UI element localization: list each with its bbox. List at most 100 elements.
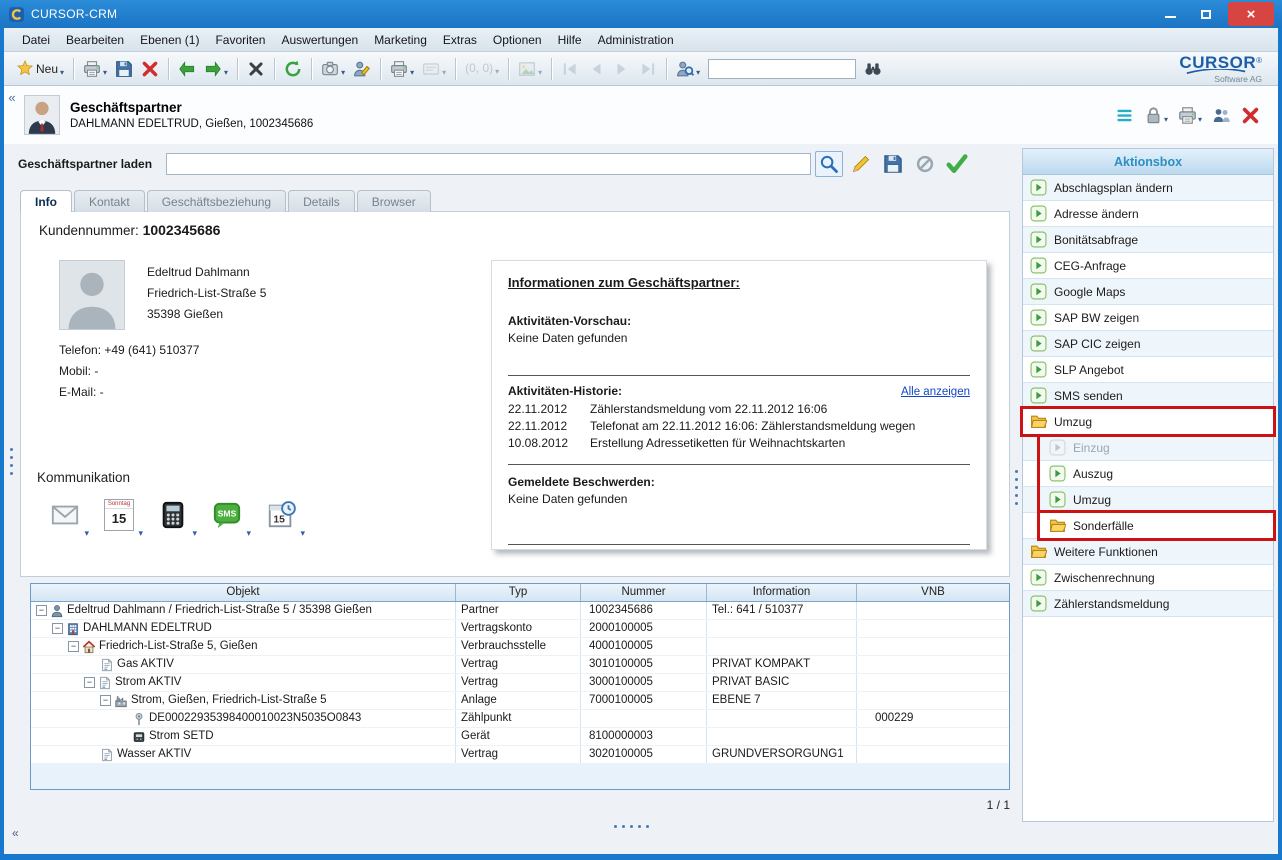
print-button[interactable]: ▾ [79,57,111,81]
edit-person-button[interactable] [349,57,375,81]
column-nummer[interactable]: Nummer [581,584,707,601]
email-action-button[interactable]: ▾ [43,494,87,536]
aktionsbox-item-auszug[interactable]: Auszug [1023,461,1273,487]
phone-action-button[interactable]: ▾ [151,494,195,536]
aktionsbox-folder-sonderfaelle[interactable]: Sonderfälle [1023,513,1273,539]
nav-last-button[interactable] [635,57,661,81]
task-action-button[interactable]: 15 ▾ [259,494,303,536]
aktionsbox-item-umzug[interactable]: Umzug [1023,487,1273,513]
close-record-button[interactable] [243,57,269,81]
collapse-left-button[interactable]: « [4,86,20,105]
aktionsbox-item-bonitaet[interactable]: Bonitätsabfrage [1023,227,1273,253]
tab-details[interactable]: Details [288,190,355,212]
list-view-button[interactable] [1115,106,1134,125]
bottom-splitter[interactable] [614,825,649,828]
column-information[interactable]: Information [707,584,857,601]
chevron-down-icon: ▾ [224,68,228,78]
sidebar-splitter[interactable] [1015,470,1018,505]
menu-hilfe[interactable]: Hilfe [550,30,590,50]
camera-icon [321,60,339,78]
aktionsbox-item-slp[interactable]: SLP Angebot [1023,357,1273,383]
table-row[interactable]: − Friedrich-List-Straße 5, Gießen Verbra… [31,638,1009,656]
table-row[interactable]: Strom SETD Gerät 8100000003 [31,728,1009,746]
confirm-button[interactable] [943,151,971,177]
menu-marketing[interactable]: Marketing [366,30,435,50]
aktionsbox-folder-umzug[interactable]: Umzug [1023,409,1273,435]
tab-kontakt[interactable]: Kontakt [74,190,145,212]
save-record-button[interactable] [879,151,907,177]
lock-button[interactable]: ▾ [1144,106,1168,125]
toolbar-search-input[interactable] [708,59,856,79]
table-row[interactable]: DE00022935398400010023N5035O0843 Zählpun… [31,710,1009,728]
coordinates-button[interactable]: (0, 0) ▾ [461,58,503,80]
nav-first-button[interactable] [557,57,583,81]
tab-geschaeftsbeziehung[interactable]: Geschäftsbeziehung [147,190,286,212]
aktionsbox-item-googlemaps[interactable]: Google Maps [1023,279,1273,305]
tree-expander[interactable]: − [100,695,111,706]
minimize-button[interactable] [1152,0,1188,28]
cancel-button[interactable] [911,151,939,177]
delete-button[interactable] [137,57,163,81]
tab-browser[interactable]: Browser [357,190,431,212]
find-button[interactable] [860,57,886,81]
nav-next-button[interactable] [609,57,635,81]
tree-expander[interactable]: − [36,605,47,616]
refresh-button[interactable] [280,57,306,81]
column-objekt[interactable]: Objekt [31,584,456,601]
aktionsbox-item-abschlagsplan[interactable]: Abschlagsplan ändern [1023,175,1273,201]
table-row[interactable]: Gas AKTIV Vertrag 3010100005 PRIVAT KOMP… [31,656,1009,674]
menu-favoriten[interactable]: Favoriten [207,30,273,50]
aktionsbox-item-ceg[interactable]: CEG-Anfrage [1023,253,1273,279]
camera-button[interactable]: ▾ [317,57,349,81]
back-button[interactable] [174,57,200,81]
export-card-button[interactable]: ▾ [418,57,450,81]
contacts-button[interactable] [1212,106,1231,125]
menu-optionen[interactable]: Optionen [485,30,550,50]
aktionsbox-item-zaehlerstand[interactable]: Zählerstandsmeldung [1023,591,1273,617]
verbrauchsstelle-icon [82,640,96,654]
close-button[interactable]: × [1228,2,1274,26]
aktionsbox-item-einzug[interactable]: Einzug [1023,435,1273,461]
menu-administration[interactable]: Administration [590,30,682,50]
maximize-button[interactable] [1188,0,1224,28]
table-row[interactable]: − DAHLMANN EDELTRUD Vertragskonto 200010… [31,620,1009,638]
aktionsbox-item-zwischenrechnung[interactable]: Zwischenrechnung [1023,565,1273,591]
aktionsbox-item-sapcic[interactable]: SAP CIC zeigen [1023,331,1273,357]
table-row[interactable]: − Strom AKTIV Vertrag 3000100005 PRIVAT … [31,674,1009,692]
column-typ[interactable]: Typ [456,584,581,601]
save-button[interactable] [111,57,137,81]
tree-expander[interactable]: − [84,677,95,688]
aktionsbox-folder-weitere[interactable]: Weitere Funktionen [1023,539,1273,565]
partner-load-input[interactable] [166,153,811,175]
image-button[interactable]: ▾ [514,57,546,81]
search-button[interactable] [815,151,843,177]
alle-anzeigen-link[interactable]: Alle anzeigen [901,386,970,398]
menu-ebenen[interactable]: Ebenen (1) [132,30,207,50]
menu-datei[interactable]: Datei [14,30,58,50]
sms-action-button[interactable]: SMS ▾ [205,494,249,536]
close-view-button[interactable] [1241,106,1260,125]
tree-expander[interactable]: − [52,623,63,634]
table-row[interactable]: − Strom, Gießen, Friedrich-List-Straße 5… [31,692,1009,710]
nav-prev-button[interactable] [583,57,609,81]
table-row[interactable]: Wasser AKTIV Vertrag 3020100005 GRUNDVER… [31,746,1009,764]
menu-auswertungen[interactable]: Auswertungen [273,30,366,50]
collapse-bottom-button[interactable]: « [12,826,19,840]
tab-info[interactable]: Info [20,190,72,212]
menu-bearbeiten[interactable]: Bearbeiten [58,30,132,50]
column-vnb[interactable]: VNB [857,584,1009,601]
tree-expander[interactable]: − [68,641,79,652]
print-record-button[interactable]: ▾ [1178,106,1202,125]
appointment-action-button[interactable]: Sonntag 15 ▾ [97,494,141,536]
left-splitter[interactable] [10,448,13,475]
print-report-button[interactable]: ▾ [386,57,418,81]
table-row[interactable]: − Edeltrud Dahlmann / Friedrich-List-Str… [31,602,1009,620]
person-search-button[interactable]: ▾ [672,57,704,81]
new-button[interactable]: Neu ▾ [12,57,68,81]
aktionsbox-item-sapbw[interactable]: SAP BW zeigen [1023,305,1273,331]
edit-button[interactable] [847,151,875,177]
aktionsbox-item-adresse[interactable]: Adresse ändern [1023,201,1273,227]
menu-extras[interactable]: Extras [435,30,485,50]
forward-button[interactable]: ▾ [200,57,232,81]
aktionsbox-item-sms[interactable]: SMS senden [1023,383,1273,409]
